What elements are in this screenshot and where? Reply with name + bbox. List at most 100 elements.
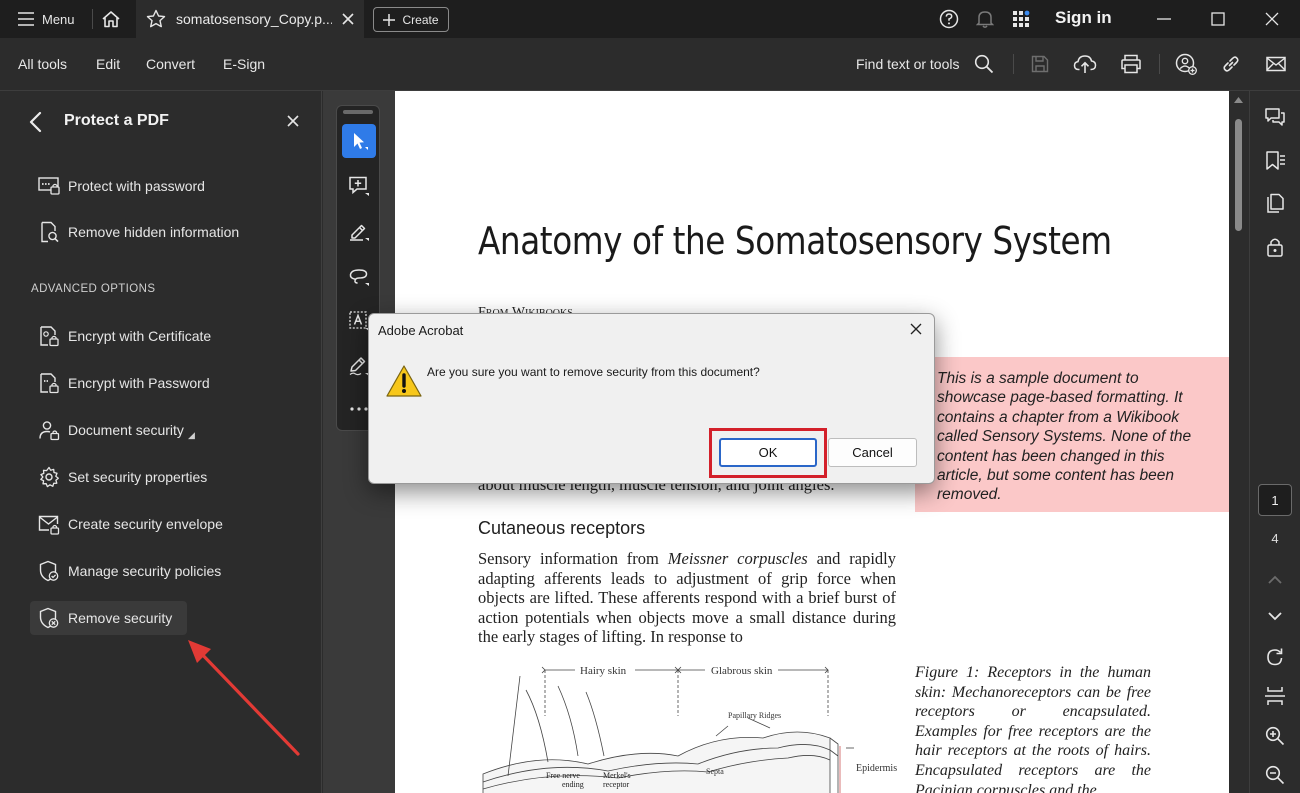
- create-security-envelope[interactable]: Create security envelope: [30, 507, 231, 541]
- close-tab-icon[interactable]: [342, 13, 354, 25]
- title-bar: Menu somatosensory_Copy.p... Create Sign…: [0, 0, 1300, 38]
- current-page-field[interactable]: 1: [1258, 484, 1292, 516]
- comment-tool-button[interactable]: [342, 169, 376, 203]
- shield-check-icon: [38, 560, 60, 582]
- item-label: Manage security policies: [68, 563, 222, 579]
- help-button[interactable]: [938, 8, 960, 30]
- set-security-properties[interactable]: Set security properties: [30, 460, 215, 494]
- close-icon[interactable]: [284, 112, 302, 130]
- drag-handle[interactable]: [343, 110, 373, 114]
- scroll-thumb[interactable]: [1235, 119, 1242, 231]
- zoom-out-icon: [1265, 765, 1285, 785]
- menu-all-tools[interactable]: All tools: [18, 56, 67, 72]
- item-label: Encrypt with Certificate: [68, 328, 212, 344]
- envelope-lock-icon: [38, 513, 60, 535]
- next-page-button[interactable]: [1262, 603, 1288, 629]
- item-label: Remove security: [68, 610, 173, 626]
- lasso-icon: [349, 269, 369, 286]
- find-text-or-tools[interactable]: Find text or tools: [856, 56, 960, 72]
- upload-button[interactable]: [1073, 52, 1097, 76]
- minimize-button[interactable]: [1153, 8, 1175, 30]
- item-label: Create security envelope: [68, 516, 223, 532]
- scroll-up-icon[interactable]: [1234, 97, 1243, 103]
- hairy-skin-label: Hairy skin: [580, 665, 627, 677]
- star-icon[interactable]: [146, 9, 166, 29]
- item-label: Remove hidden information: [68, 224, 240, 240]
- remove-security[interactable]: Remove security: [30, 601, 187, 635]
- share-user-button[interactable]: [1174, 52, 1198, 76]
- pen-highlight-icon: [350, 224, 369, 241]
- menu-button[interactable]: Menu: [10, 6, 83, 32]
- merkel-label: Merkel's: [603, 771, 631, 780]
- zoom-in-button[interactable]: [1262, 723, 1288, 749]
- section-heading: Cutaneous receptors: [478, 518, 646, 538]
- notifications-button[interactable]: [974, 8, 996, 30]
- home-button[interactable]: [98, 7, 124, 31]
- highlight-tool-button[interactable]: [342, 214, 376, 248]
- draw-tool-button[interactable]: [342, 259, 376, 293]
- document-security[interactable]: Document security ◢: [30, 413, 203, 447]
- bookmark-icon: [1266, 151, 1285, 170]
- papillary-ridges-label: Papillary Ridges: [728, 711, 781, 720]
- scroll-mode-button[interactable]: [1262, 683, 1288, 709]
- protect-with-password[interactable]: Protect with password: [30, 169, 213, 203]
- menu-edit[interactable]: Edit: [96, 56, 120, 72]
- document-tab[interactable]: somatosensory_Copy.p...: [136, 0, 364, 38]
- security-button[interactable]: [1262, 234, 1288, 260]
- remove-hidden-information[interactable]: Remove hidden information: [30, 215, 247, 249]
- pages-button[interactable]: [1262, 191, 1288, 217]
- comments-button[interactable]: [1262, 105, 1288, 131]
- menu-convert[interactable]: Convert: [146, 56, 195, 72]
- previous-page-button[interactable]: [1262, 566, 1288, 592]
- manage-security-policies[interactable]: Manage security policies: [30, 554, 229, 588]
- plus-icon: [383, 13, 396, 26]
- body-paragraph: Sensory information from Meissner corpus…: [478, 549, 896, 647]
- free-nerve-label: Free nerve: [546, 771, 580, 780]
- item-label: Document security: [68, 422, 184, 438]
- item-label: Encrypt with Password: [68, 375, 210, 391]
- save-icon: [1031, 55, 1049, 73]
- encrypt-with-certificate[interactable]: Encrypt with Certificate: [30, 319, 219, 353]
- back-arrow-icon[interactable]: [26, 111, 46, 133]
- encrypt-with-password[interactable]: Encrypt with Password: [30, 366, 218, 400]
- window-close-button[interactable]: [1261, 8, 1283, 30]
- search-button[interactable]: [972, 52, 996, 76]
- bell-icon: [976, 11, 994, 28]
- ok-button[interactable]: OK: [719, 438, 817, 467]
- divider: [1159, 54, 1160, 74]
- glabrous-skin-label: Glabrous skin: [711, 665, 773, 677]
- printer-icon: [1121, 54, 1141, 74]
- cancel-button[interactable]: Cancel: [828, 438, 917, 467]
- rotate-button[interactable]: [1262, 644, 1288, 670]
- page-scroll-icon: [1265, 687, 1285, 705]
- apps-grid-icon: [1013, 10, 1030, 27]
- user-add-icon: [1175, 53, 1197, 75]
- advanced-options-heading: ADVANCED OPTIONS: [31, 283, 156, 295]
- rotate-icon: [1267, 648, 1283, 666]
- apps-button[interactable]: [1010, 8, 1032, 30]
- create-button[interactable]: Create: [373, 7, 449, 32]
- copy-link-button[interactable]: [1219, 52, 1243, 76]
- dialog-message: Are you sure you want to remove security…: [427, 365, 760, 379]
- vertical-scrollbar[interactable]: [1229, 91, 1248, 793]
- gear-icon: [38, 466, 60, 488]
- bookmarks-button[interactable]: [1262, 148, 1288, 174]
- certificate-lock-icon: [38, 325, 60, 347]
- print-button[interactable]: [1119, 52, 1143, 76]
- save-button[interactable]: [1028, 52, 1052, 76]
- epidermis-label: Epidermis: [856, 763, 897, 774]
- email-button[interactable]: [1264, 52, 1288, 76]
- mail-icon: [1266, 56, 1286, 72]
- menu-e-sign[interactable]: E-Sign: [223, 56, 265, 72]
- comments-icon: [1265, 108, 1285, 126]
- divider: [1013, 54, 1014, 74]
- sign-in-link[interactable]: Sign in: [1055, 8, 1112, 28]
- zoom-out-button[interactable]: [1262, 762, 1288, 788]
- select-tool-button[interactable]: [342, 124, 376, 158]
- free-nerve-label-2: ending: [562, 780, 584, 789]
- maximize-button[interactable]: [1207, 8, 1229, 30]
- close-icon[interactable]: [909, 322, 923, 336]
- signature-pen-icon: [349, 357, 369, 376]
- minimize-icon: [1157, 18, 1171, 20]
- create-label: Create: [402, 12, 439, 27]
